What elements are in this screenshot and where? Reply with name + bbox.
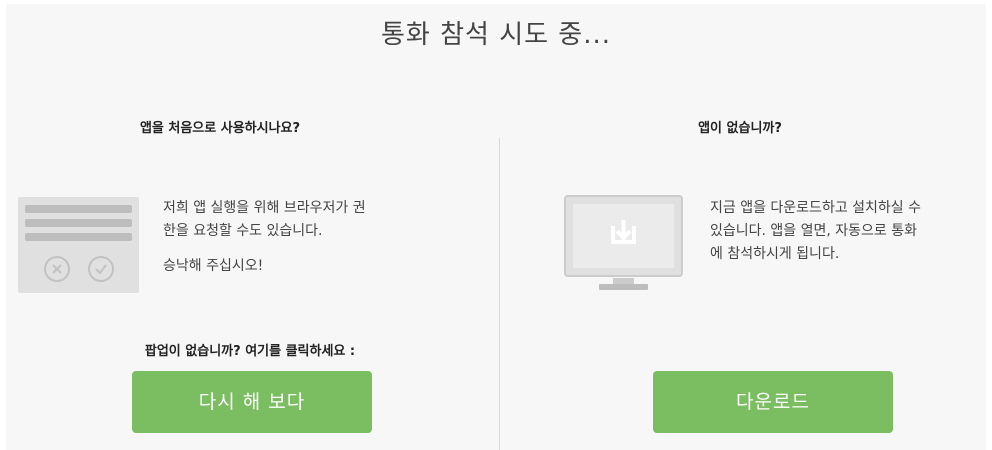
download-text-line: 에 참석하시게 됩니다.: [710, 246, 840, 262]
illustration-line: [25, 233, 132, 241]
retry-button[interactable]: 다시 해 보다: [132, 371, 372, 433]
deny-icon: [44, 256, 70, 282]
browser-permission-illustration: [18, 197, 139, 293]
permission-text: 저희 앱 실행을 위해 브라우저가 권 한을 요청할 수도 있습니다. 승낙해 …: [163, 197, 463, 278]
download-text-line: 있습니다. 앱을 열면, 자동으로 통화: [710, 223, 918, 239]
download-button[interactable]: 다운로드: [653, 371, 893, 433]
accept-text: 승낙해 주십시오!: [163, 258, 264, 274]
first-time-heading: 앱을 처음으로 사용하시나요?: [139, 121, 301, 136]
no-app-heading: 앱이 없습니까?: [698, 121, 782, 136]
monitor-download-icon: [564, 195, 683, 290]
column-divider: [499, 138, 500, 450]
allow-icon: [88, 256, 114, 282]
illustration-line: [25, 219, 132, 227]
download-text: 지금 앱을 다운로드하고 설치하실 수 있습니다. 앱을 열면, 자동으로 통화…: [710, 197, 990, 266]
page-title: 통화 참석 시도 중...: [380, 20, 612, 50]
illustration-line: [25, 205, 132, 213]
permission-text-line: 한을 요청할 수도 있습니다.: [163, 223, 323, 239]
popup-prompt: 팝업이 없습니까? 여기를 클릭하세요 :: [144, 344, 356, 359]
download-text-line: 지금 앱을 다운로드하고 설치하실 수: [710, 200, 921, 216]
permission-text-line: 저희 앱 실행을 위해 브라우저가 권: [163, 200, 366, 216]
